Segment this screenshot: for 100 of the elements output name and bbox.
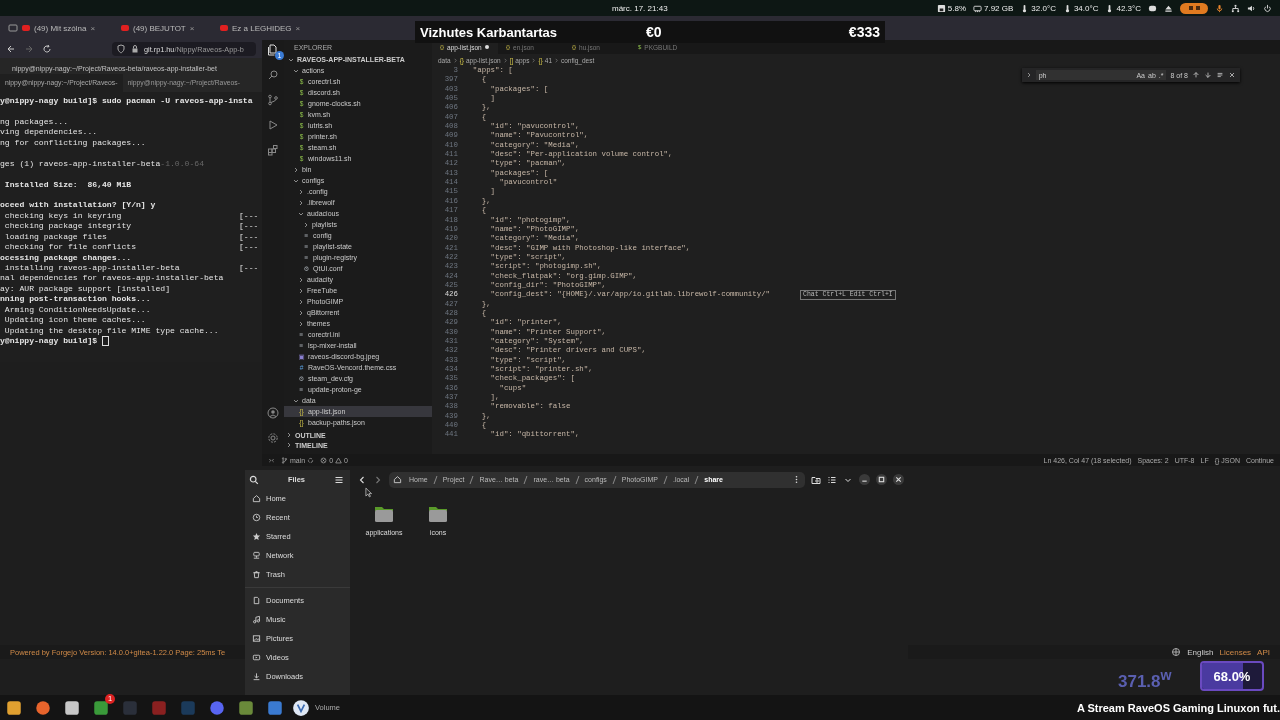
microphone-icon[interactable] — [1215, 3, 1224, 13]
app-icon[interactable] — [237, 698, 255, 717]
maximize-icon[interactable] — [876, 474, 887, 485]
settings-icon[interactable] — [63, 698, 81, 717]
browser-icon[interactable] — [34, 698, 52, 717]
progress-bracket: [--- — [239, 263, 259, 274]
terminal-line: checking for file conflicts — [3, 242, 136, 253]
browser-tab[interactable]: (49) BEJUTOT × — [121, 23, 216, 33]
terminal-line: Arming ConditionNeedsUpdate... — [3, 304, 151, 316]
forward-icon[interactable] — [373, 474, 383, 485]
account-icon[interactable] — [267, 407, 279, 419]
search-icon[interactable] — [249, 474, 259, 485]
clock-icon — [252, 513, 261, 522]
video-site-icon — [22, 25, 30, 31]
star-icon — [252, 532, 261, 541]
clock[interactable]: márc. 17. 21:43 — [612, 3, 668, 13]
search-icon[interactable] — [267, 69, 279, 81]
terminal-line: ng for conflicting packages... — [0, 137, 146, 149]
system-stat: 32.0°C — [1020, 3, 1056, 13]
terminal-line: nning post-transaction hooks... — [0, 294, 151, 305]
eject-icon[interactable] — [1164, 3, 1173, 13]
warning-icon — [335, 456, 343, 464]
ticker-text: A Stream RaveOS Gaming Linuxon fut. — [1076, 701, 1280, 714]
extensions-icon[interactable] — [267, 144, 279, 156]
system-stat: 34.0°C — [1062, 3, 1099, 13]
volume-icon[interactable] — [1247, 3, 1256, 13]
terminal-line: checking package integrity — [3, 221, 132, 232]
back-icon[interactable] — [357, 474, 367, 485]
app-icon[interactable] — [266, 698, 284, 717]
down-arrow-icon[interactable] — [1204, 71, 1212, 79]
power-icon[interactable] — [1263, 3, 1272, 13]
close-icon[interactable] — [1228, 71, 1236, 79]
forward-icon[interactable] — [24, 44, 34, 54]
folder-icon — [428, 505, 448, 523]
mouse-pointer-icon — [365, 487, 372, 498]
download-icon — [252, 672, 261, 681]
overlay-title: Vizhutes Karbantartas — [420, 24, 559, 40]
document-icon — [252, 596, 261, 605]
minimize-icon[interactable] — [859, 474, 870, 485]
load-meter: 68.0% — [1200, 661, 1264, 691]
close-icon[interactable] — [893, 474, 904, 485]
terminal-line: Installed Size: 86,40 MiB — [3, 179, 132, 190]
tab-close[interactable]: × — [295, 23, 301, 33]
footer-link[interactable]: Licenses — [1219, 647, 1252, 657]
progress-bracket: [--- — [239, 242, 259, 253]
menu-icon[interactable] — [334, 474, 344, 485]
amount: €0 — [646, 24, 662, 40]
folder-icon — [374, 505, 394, 523]
video-site-icon — [220, 25, 228, 31]
error-icon — [320, 456, 328, 464]
up-arrow-icon[interactable] — [1192, 71, 1200, 79]
back-icon[interactable] — [6, 44, 16, 54]
files-icon[interactable] — [267, 44, 279, 56]
chevron-icon — [452, 57, 458, 63]
chevron-icon — [554, 57, 559, 63]
trash-icon — [252, 570, 261, 579]
terminal-line: ges (1) raveos-app-installer-beta-1.0.0-64 — [0, 158, 204, 170]
video-icon — [252, 653, 261, 662]
folder-search-icon[interactable] — [811, 474, 821, 485]
app-icon — [292, 698, 310, 717]
system-stat: 5.8% — [936, 3, 966, 13]
progress-bracket: [--- — [239, 231, 259, 243]
footer-link[interactable]: English — [1187, 647, 1214, 657]
terminal-line: Updating the desktop file MIME type cache... — [3, 325, 219, 337]
remote-icon[interactable] — [268, 456, 275, 464]
list-view-icon[interactable] — [827, 474, 837, 485]
branch-icon — [281, 456, 288, 464]
globe-icon — [1171, 647, 1182, 657]
browser-tab[interactable]: Ez a LEGHIDEG × — [220, 23, 315, 33]
chevron-icon[interactable] — [1026, 72, 1032, 78]
chat-icon[interactable] — [1148, 3, 1157, 13]
memory-icon — [973, 3, 982, 13]
power-reading: 371.8$^{w}$ — [1118, 667, 1172, 692]
terminal-line: ocessing package changes... — [0, 252, 132, 263]
home-icon — [393, 475, 402, 484]
debug-icon[interactable] — [267, 119, 279, 131]
terminal-line: nal dependencies for raveos-app-installer-beta — [0, 273, 224, 284]
image-icon — [252, 634, 261, 643]
network-icon[interactable] — [1231, 3, 1240, 13]
video-site-icon — [121, 25, 129, 31]
app-icon[interactable] — [92, 698, 110, 717]
browser-tab[interactable]: (49) Mit szólna × — [22, 23, 117, 33]
tab-close[interactable]: × — [189, 23, 195, 33]
logo-icon[interactable] — [5, 698, 23, 717]
terminal-line: Updating icon theme caches... — [3, 315, 146, 326]
terminal-line: ving dependencies... — [0, 127, 98, 138]
home-icon — [252, 494, 261, 503]
sync-icon — [307, 456, 315, 464]
recording-indicator[interactable] — [1180, 2, 1208, 14]
chevron-icon — [531, 57, 537, 63]
source-control-icon[interactable] — [267, 94, 279, 106]
lock-icon — [130, 44, 140, 54]
tab-close[interactable]: × — [90, 23, 96, 33]
tab-overview-icon[interactable] — [8, 23, 18, 33]
music-icon — [252, 615, 261, 624]
terminal-line: y@nippy-nagy build]$ sudo pacman -U raveos-app-insta — [0, 96, 253, 107]
system-stat: 7.92 GB — [973, 3, 1014, 13]
reload-icon[interactable] — [42, 44, 52, 54]
lines-icon[interactable] — [1216, 71, 1224, 79]
footer-link[interactable]: API — [1257, 647, 1270, 657]
